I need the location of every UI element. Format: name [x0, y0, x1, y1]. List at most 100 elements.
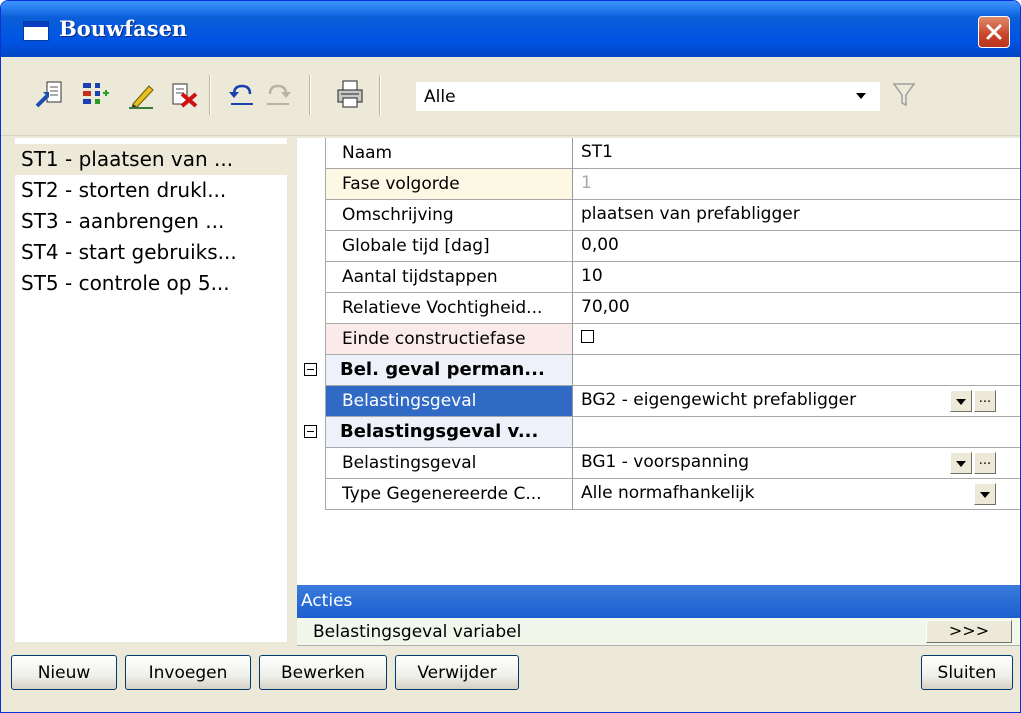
edit-button[interactable]: [127, 78, 157, 110]
property-value[interactable]: plaatsen van prefabligger: [573, 200, 1020, 231]
row-gutter: [297, 324, 325, 355]
row-gutter: [297, 479, 325, 510]
list-item[interactable]: ST4 - start gebruiks...: [15, 237, 287, 268]
row-gutter: [297, 293, 325, 324]
einde-constructiefase-checkbox[interactable]: [581, 330, 594, 343]
ellipsis-button[interactable]: ...: [974, 452, 996, 474]
splitter[interactable]: [287, 138, 297, 642]
property-value[interactable]: ST1: [573, 138, 1020, 169]
edit-phase-button[interactable]: Bewerken: [259, 655, 387, 690]
property-value[interactable]: 0,00: [573, 231, 1020, 262]
row-gutter: [297, 448, 325, 479]
action-item[interactable]: Belastingsgeval variabel >>>: [297, 618, 1020, 646]
property-row-belastingsgeval-permanent[interactable]: Belastingsgeval BG2 - eigengewicht prefa…: [297, 386, 1020, 417]
edit-pencil-icon: [129, 85, 154, 109]
dropdown-button[interactable]: [950, 390, 972, 412]
category-row-variabel[interactable]: Belastingsgeval v...: [297, 417, 1020, 448]
property-grid: Naam ST1 Fase volgorde 1 Omschrijving pl…: [297, 138, 1020, 585]
property-row-omschrijving[interactable]: Omschrijving plaatsen van prefabligger: [297, 200, 1020, 231]
close-icon: [986, 24, 1002, 40]
property-name: Omschrijving: [325, 200, 573, 231]
collapse-icon[interactable]: [304, 363, 317, 376]
category-value: [573, 355, 1020, 386]
phase-list[interactable]: ST1 - plaatsen van ... ST2 - storten dru…: [15, 138, 287, 642]
filter-button[interactable]: [890, 79, 918, 109]
delete-button[interactable]: [169, 78, 199, 110]
property-value-text: BG1 - voorspanning: [581, 452, 750, 472]
redo-icon: [267, 84, 291, 105]
property-row-relatieve-vochtigheid[interactable]: Relatieve Vochtigheid... 70,00: [297, 293, 1020, 324]
toolbar-separator: [209, 75, 211, 115]
property-row-naam[interactable]: Naam ST1: [297, 138, 1020, 169]
property-value: 1: [573, 169, 1020, 200]
list-item[interactable]: ST5 - controle op 5...: [15, 268, 287, 299]
columns-button[interactable]: [81, 78, 111, 110]
undo-icon: [229, 84, 253, 105]
window-icon: [23, 21, 49, 41]
property-value-text: BG2 - eigengewicht prefabligger: [581, 390, 857, 410]
filter-value: Alle: [424, 87, 456, 107]
insert-button[interactable]: Invoegen: [125, 655, 251, 690]
close-button[interactable]: Sluiten: [921, 655, 1013, 690]
import-icon: [35, 81, 62, 108]
title-bar[interactable]: Bouwfasen: [1, 1, 1020, 57]
property-value[interactable]: 10: [573, 262, 1020, 293]
row-gutter: [297, 231, 325, 262]
property-row-globale-tijd[interactable]: Globale tijd [dag] 0,00: [297, 231, 1020, 262]
category-value: [573, 417, 1020, 448]
close-window-button[interactable]: [978, 16, 1010, 48]
chevron-down-icon[interactable]: [856, 93, 866, 99]
list-item[interactable]: ST3 - aanbrengen ...: [15, 206, 287, 237]
action-run-button[interactable]: >>>: [926, 620, 1012, 643]
category-name: Belastingsgeval v...: [325, 417, 573, 448]
list-item[interactable]: ST1 - plaatsen van ...: [15, 144, 287, 175]
window-title: Bouwfasen: [59, 16, 188, 41]
bouwfasen-dialog: Bouwfasen Alle ST1 - plaatsen van ... ST…: [0, 0, 1021, 713]
category-row-permanent[interactable]: Bel. geval perman...: [297, 355, 1020, 386]
property-row-fase-volgorde[interactable]: Fase volgorde 1: [297, 169, 1020, 200]
undo-button[interactable]: [227, 78, 257, 110]
filter-combobox[interactable]: Alle: [415, 81, 881, 112]
property-row-einde-constructiefase[interactable]: Einde constructiefase: [297, 324, 1020, 355]
redo-button[interactable]: [263, 78, 293, 110]
row-gutter: [297, 417, 325, 448]
property-name: Globale tijd [dag]: [325, 231, 573, 262]
property-value-text: Alle normafhankelijk: [581, 483, 755, 503]
chevron-down-icon: [956, 399, 966, 405]
property-name: Belastingsgeval: [325, 386, 573, 417]
row-gutter: [297, 200, 325, 231]
property-name: Belastingsgeval: [325, 448, 573, 479]
columns-icon: [83, 83, 109, 104]
property-value[interactable]: BG2 - eigengewicht prefabligger ...: [573, 386, 1020, 417]
delete-phase-button[interactable]: Verwijder: [395, 655, 519, 690]
property-row-aantal-tijdstappen[interactable]: Aantal tijdstappen 10: [297, 262, 1020, 293]
dropdown-button[interactable]: [974, 483, 996, 505]
collapse-icon[interactable]: [304, 425, 317, 438]
button-bar: Nieuw Invoegen Bewerken Verwijder Sluite…: [1, 646, 1020, 712]
row-gutter: [297, 138, 325, 169]
property-value: [573, 324, 1020, 355]
actions-header: Acties: [297, 585, 1020, 618]
row-gutter: [297, 169, 325, 200]
property-value[interactable]: 70,00: [573, 293, 1020, 324]
import-button[interactable]: [35, 78, 65, 110]
new-button[interactable]: Nieuw: [11, 655, 117, 690]
chevron-down-icon: [956, 461, 966, 467]
property-name: Naam: [325, 138, 573, 169]
print-icon: [337, 80, 363, 108]
property-row-type-gegenereerde[interactable]: Type Gegenereerde C... Alle normafhankel…: [297, 479, 1020, 510]
action-label: Belastingsgeval variabel: [313, 622, 522, 642]
list-item[interactable]: ST2 - storten drukl...: [15, 175, 287, 206]
property-name: Einde constructiefase: [325, 324, 573, 355]
property-value[interactable]: BG1 - voorspanning ...: [573, 448, 1020, 479]
print-button[interactable]: [335, 78, 365, 110]
property-row-belastingsgeval-variabel[interactable]: Belastingsgeval BG1 - voorspanning ...: [297, 448, 1020, 479]
toolbar-separator: [309, 75, 311, 115]
dropdown-button[interactable]: [950, 452, 972, 474]
ellipsis-button[interactable]: ...: [974, 390, 996, 412]
toolbar-separator: [379, 75, 381, 115]
delete-icon: [172, 83, 198, 108]
property-value[interactable]: Alle normafhankelijk: [573, 479, 1020, 510]
toolbar: Alle: [1, 57, 1020, 136]
funnel-icon: [892, 83, 916, 107]
